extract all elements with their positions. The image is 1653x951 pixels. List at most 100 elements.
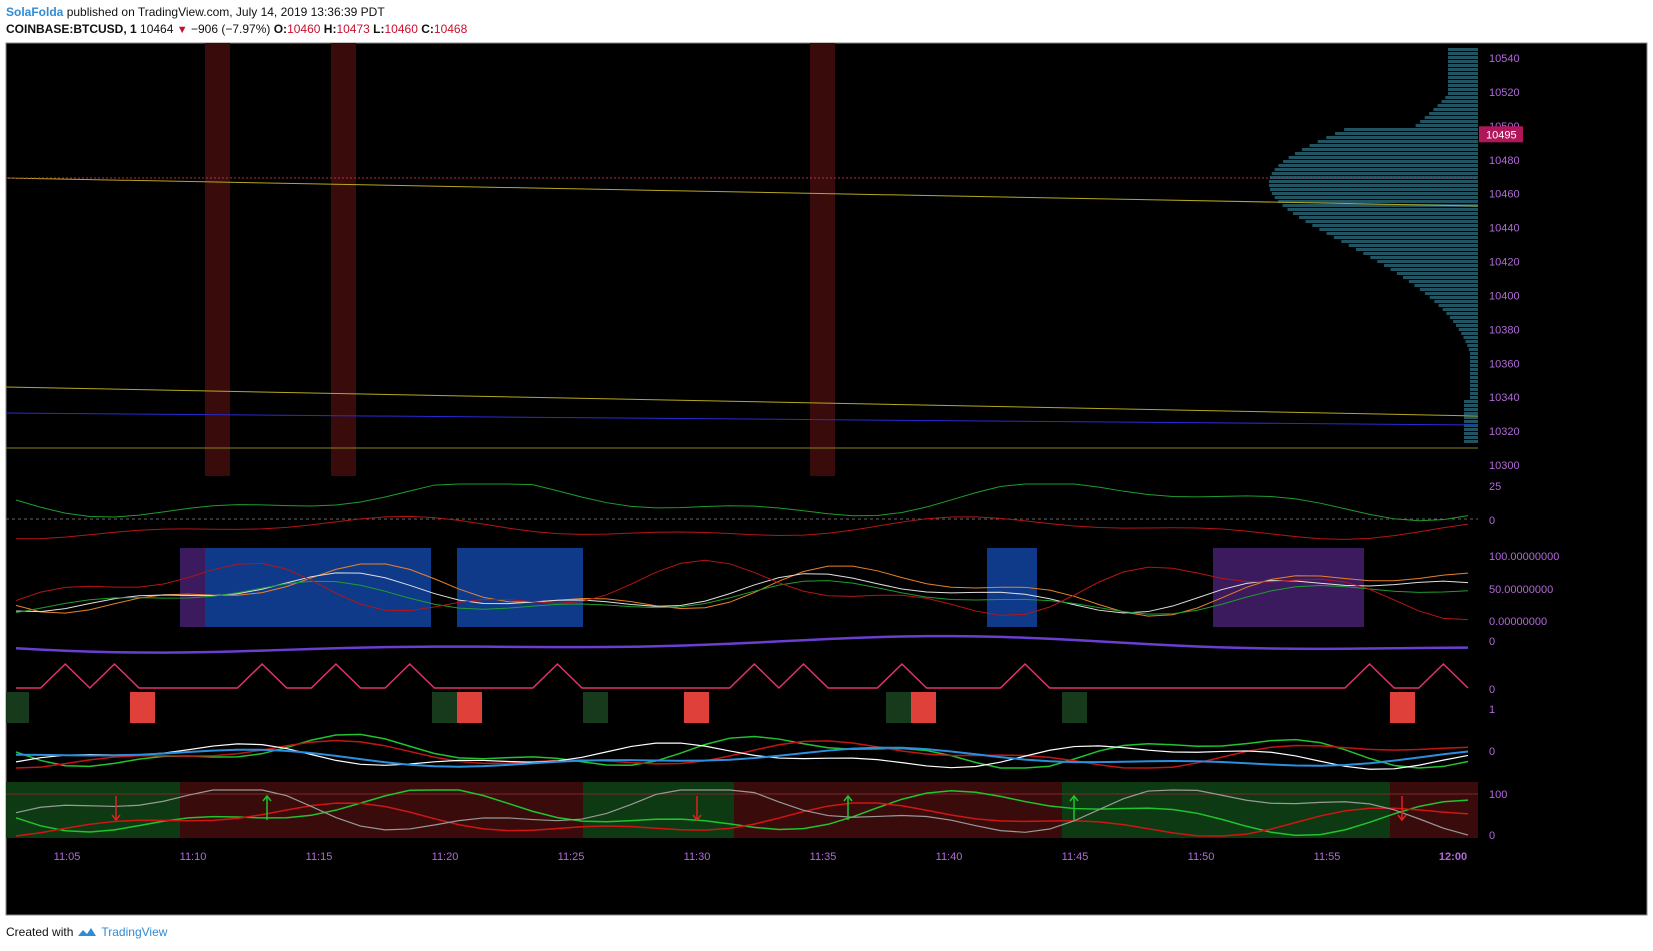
- volume-profile-bar: [1288, 156, 1478, 159]
- time-tick-label: 11:15: [306, 851, 333, 863]
- volume-profile-bar: [1442, 308, 1478, 311]
- signal-column-0: [205, 43, 230, 476]
- price-tick-label: 10380: [1489, 324, 1520, 336]
- indicator-tick-label: 100: [1489, 789, 1507, 801]
- volume-profile-bar: [1429, 112, 1478, 115]
- volume-profile-bar: [1419, 288, 1478, 291]
- volume-profile-bar: [1448, 68, 1478, 71]
- indicator-zone-0: [180, 548, 205, 627]
- indicator-tick-label: 0: [1489, 684, 1495, 696]
- indicator-zone-2: [457, 548, 583, 627]
- volume-profile-bar: [1319, 228, 1478, 231]
- signal-box-4: [583, 692, 608, 723]
- volume-profile-bar: [1299, 216, 1478, 219]
- volume-profile-bar: [1420, 120, 1478, 123]
- price-tick-label: 10300: [1489, 460, 1520, 472]
- price-tick-label: 10340: [1489, 392, 1520, 404]
- indicator-tick-label: 25: [1489, 481, 1501, 493]
- volume-profile-bar: [1464, 400, 1478, 403]
- volume-profile-bar: [1278, 164, 1478, 167]
- volume-profile-bar: [1464, 428, 1478, 431]
- volume-profile-bar: [1470, 372, 1478, 375]
- volume-profile-bar: [1268, 180, 1478, 183]
- time-tick-label: 12:00: [1439, 851, 1467, 863]
- volume-profile-bar: [1294, 152, 1478, 155]
- volume-profile-bar: [1470, 380, 1478, 383]
- volume-profile-bar: [1470, 384, 1478, 387]
- volume-profile-bar: [1326, 232, 1478, 235]
- time-tick-label: 11:20: [432, 851, 459, 863]
- volume-profile-bar: [1448, 52, 1478, 55]
- trend-zone-5: [1390, 782, 1478, 838]
- signal-box-9: [1390, 692, 1415, 723]
- price-tick-label: 10480: [1489, 155, 1520, 167]
- signal-box-6: [886, 692, 911, 723]
- price-tick-label: 10320: [1489, 426, 1520, 438]
- volume-profile-bar: [1414, 284, 1478, 287]
- time-tick-label: 11:50: [1188, 851, 1215, 863]
- footer: Created with TradingView: [6, 925, 167, 939]
- volume-profile-bar: [1456, 324, 1478, 327]
- volume-profile-bar: [1377, 260, 1478, 263]
- volume-profile-bar: [1470, 360, 1478, 363]
- volume-profile-bar: [1335, 132, 1478, 135]
- signal-box-1: [130, 692, 155, 723]
- volume-profile-bar: [1438, 304, 1478, 307]
- volume-profile-bar: [1448, 56, 1478, 59]
- volume-profile-bar: [1283, 160, 1478, 163]
- volume-profile-bar: [1446, 312, 1478, 315]
- price-tick-label: 10420: [1489, 257, 1520, 269]
- volume-profile-bar: [1341, 240, 1478, 243]
- created-with-text: Created with: [6, 925, 74, 939]
- time-tick-label: 11:35: [810, 851, 837, 863]
- price-tick-label: 10400: [1489, 290, 1520, 302]
- volume-profile-bar: [1449, 316, 1478, 319]
- indicator-tick-label: 0: [1489, 515, 1495, 527]
- volume-profile-bar: [1384, 264, 1478, 267]
- volume-profile-bar: [1326, 136, 1478, 139]
- volume-profile-bar: [1458, 328, 1478, 331]
- volume-profile-bar: [1429, 296, 1478, 299]
- volume-profile-bar: [1470, 388, 1478, 391]
- signal-column-2: [810, 43, 835, 476]
- time-tick-label: 11:05: [54, 851, 81, 863]
- tradingview-link[interactable]: TradingView: [101, 925, 167, 939]
- volume-profile-bar: [1464, 412, 1478, 415]
- chart-canvas[interactable]: 250100.0000000050.000000000.000000000010…: [0, 0, 1653, 951]
- volume-profile-bar: [1433, 108, 1478, 111]
- volume-profile-bar: [1355, 248, 1478, 251]
- volume-profile-bar: [1390, 268, 1478, 271]
- volume-profile-bar: [1467, 344, 1478, 347]
- signal-box-2: [432, 692, 457, 723]
- volume-profile-bar: [1448, 88, 1478, 91]
- time-tick-label: 11:40: [936, 851, 963, 863]
- volume-profile-bar: [1274, 168, 1478, 171]
- volume-profile-bar: [1464, 432, 1478, 435]
- volume-profile-bar: [1465, 340, 1478, 343]
- volume-profile-bar: [1470, 368, 1478, 371]
- volume-profile-bar: [1461, 332, 1478, 335]
- volume-profile-bar: [1470, 356, 1478, 359]
- volume-profile-bar: [1464, 420, 1478, 423]
- indicator-zone-1: [205, 548, 431, 627]
- indicator-tick-label: 1: [1489, 704, 1495, 716]
- indicator-tick-label: 0: [1489, 830, 1495, 842]
- volume-profile-bar: [1470, 376, 1478, 379]
- volume-profile-bar: [1293, 212, 1478, 215]
- volume-profile-bar: [1448, 84, 1478, 87]
- volume-profile-bar: [1448, 92, 1478, 95]
- trend-zone-4: [1062, 782, 1390, 838]
- signal-box-3: [457, 692, 482, 723]
- volume-profile-bar: [1309, 144, 1478, 147]
- volume-profile-bar: [1305, 220, 1478, 223]
- volume-profile-bar: [1470, 396, 1478, 399]
- volume-profile-bar: [1470, 352, 1478, 355]
- indicator-tick-label: 0.00000000: [1489, 616, 1547, 628]
- volume-profile-bar: [1470, 392, 1478, 395]
- volume-profile-bar: [1312, 224, 1478, 227]
- volume-profile-bar: [1448, 64, 1478, 67]
- volume-profile-bar: [1274, 196, 1478, 199]
- volume-profile-bar: [1348, 244, 1478, 247]
- price-tick-label: 10440: [1489, 223, 1520, 235]
- time-tick-label: 11:10: [180, 851, 207, 863]
